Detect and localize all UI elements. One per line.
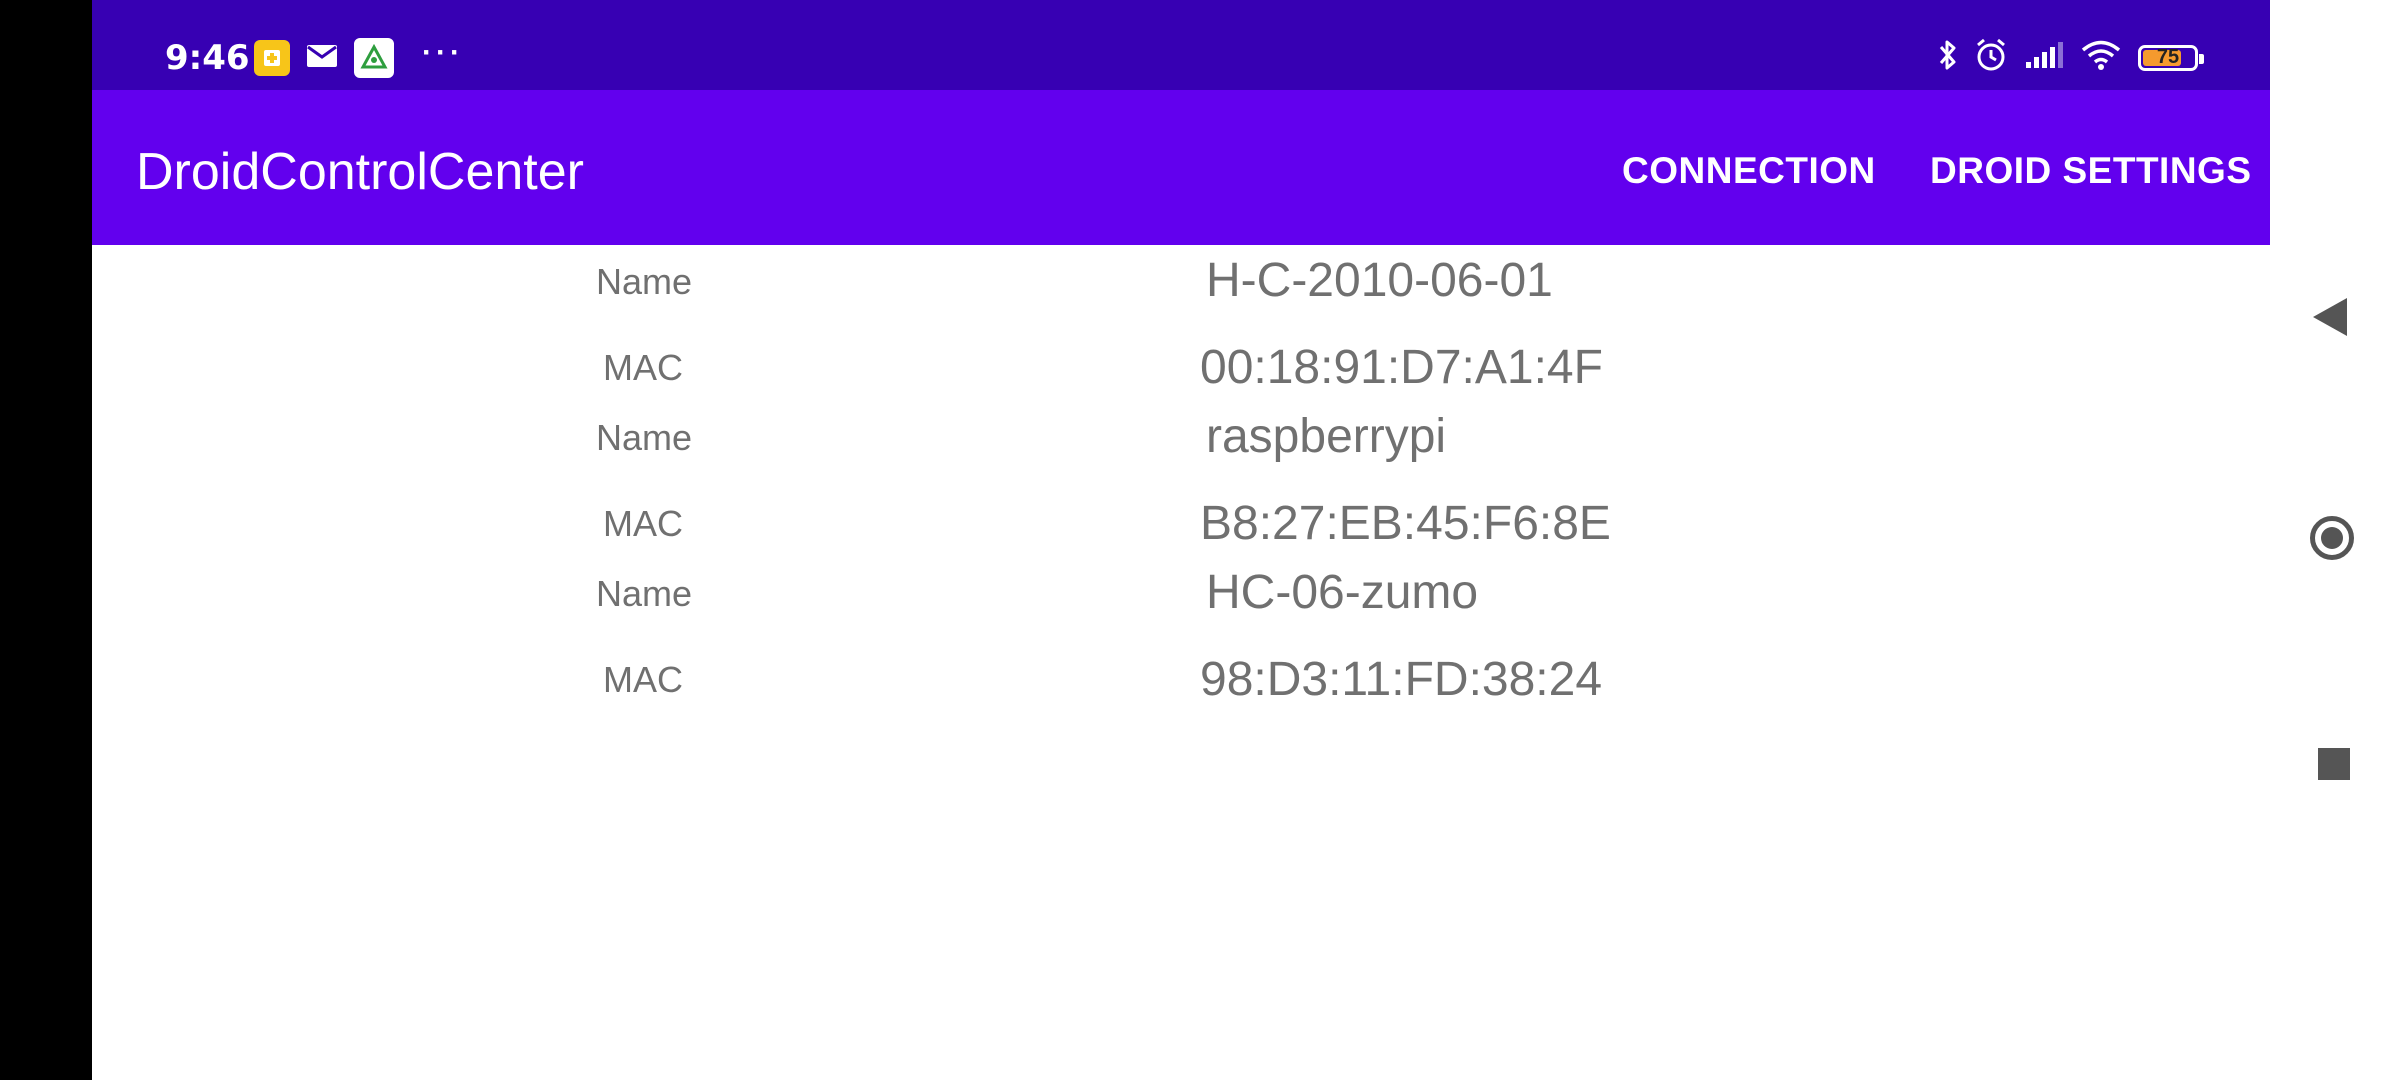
device-mac-value: 00:18:91:D7:A1:4F bbox=[1200, 341, 1603, 394]
device-name-label: Name bbox=[596, 261, 693, 302]
device-list: Name H-C-2010-06-01 MAC 00:18:91:D7:A1:4… bbox=[92, 245, 2270, 713]
device-mac-value: B8:27:EB:45:F6:8E bbox=[1200, 497, 1611, 550]
battery-icon: 75 bbox=[2138, 44, 2204, 71]
device-mac-label: MAC bbox=[603, 659, 683, 700]
status-time: 9:46 bbox=[165, 38, 250, 78]
recents-icon[interactable] bbox=[2318, 748, 2350, 780]
app-window: 9:46 ··· 75 DroidControlCenter CONNECTIO… bbox=[92, 0, 2270, 1080]
device-list-item[interactable]: Name H-C-2010-06-01 MAC 00:18:91:D7:A1:4… bbox=[92, 245, 2270, 401]
back-icon[interactable] bbox=[2313, 298, 2347, 336]
signal-icon bbox=[2024, 40, 2064, 75]
bluetooth-icon bbox=[1938, 38, 1958, 77]
device-name-value: HC-06-zumo bbox=[1206, 566, 1479, 619]
sim-toolkit-icon bbox=[254, 40, 290, 76]
alarm-icon bbox=[1974, 38, 2008, 77]
recycle-app-icon bbox=[354, 38, 394, 78]
device-name-value: H-C-2010-06-01 bbox=[1206, 254, 1553, 307]
droid-settings-menu-button[interactable]: DROID SETTINGS bbox=[1930, 150, 2252, 192]
connection-menu-button[interactable]: CONNECTION bbox=[1622, 150, 1876, 192]
battery-level-text: 75 bbox=[2156, 45, 2180, 68]
device-list-item[interactable]: Name raspberrypi MAC B8:27:EB:45:F6:8E bbox=[92, 401, 2270, 557]
device-mac-label: MAC bbox=[603, 503, 683, 544]
phone-screen: 9:46 ··· 75 DroidControlCenter CONNECTIO… bbox=[0, 0, 2400, 1080]
system-navigation-bar bbox=[2270, 0, 2400, 1080]
system-status-icons: 75 bbox=[1938, 38, 2204, 77]
device-list-item[interactable]: Name HC-06-zumo MAC 98:D3:11:FD:38:24 bbox=[92, 557, 2270, 713]
device-name-label: Name bbox=[596, 417, 693, 458]
device-mac-label: MAC bbox=[603, 347, 683, 388]
status-bar: 9:46 ··· 75 bbox=[92, 0, 2270, 90]
device-name-label: Name bbox=[596, 573, 693, 614]
mail-icon bbox=[306, 43, 338, 74]
device-name-value: raspberrypi bbox=[1206, 410, 1447, 463]
app-title: DroidControlCenter bbox=[136, 143, 584, 201]
battery-tip bbox=[2199, 53, 2204, 64]
device-mac-value: 98:D3:11:FD:38:24 bbox=[1200, 653, 1603, 706]
notification-icons: ··· bbox=[254, 36, 464, 78]
app-toolbar: DroidControlCenter CONNECTION DROID SETT… bbox=[92, 90, 2270, 245]
home-icon[interactable] bbox=[2310, 516, 2354, 560]
more-notifications-icon: ··· bbox=[422, 36, 464, 69]
home-icon-dot bbox=[2321, 527, 2343, 549]
wifi-icon bbox=[2080, 39, 2122, 76]
screen-bezel bbox=[0, 0, 92, 1080]
